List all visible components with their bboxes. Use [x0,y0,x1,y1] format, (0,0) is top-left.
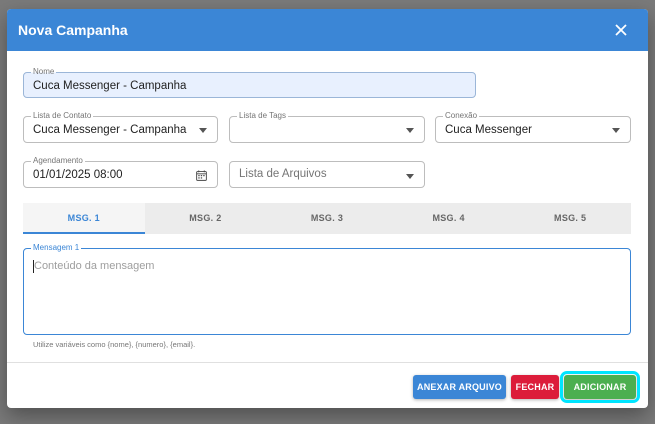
agendamento-value: 01/01/2025 08:00 [33,169,123,181]
nome-label: Nome [31,67,57,77]
agendamento-label: Agendamento [31,156,85,166]
dialog-header: Nova Campanha [7,9,648,51]
footer-divider [7,362,648,363]
tab-msg-1[interactable]: MSG. 1 [23,203,145,234]
message-textarea[interactable]: Mensagem 1 Conteúdo da mensagem [23,243,631,335]
lista-tags-select[interactable]: Lista de Tags [229,111,425,143]
tab-msg-3[interactable]: MSG. 3 [266,203,388,234]
chevron-down-icon [406,128,414,133]
agendamento-field[interactable]: Agendamento 01/01/2025 08:00 [23,156,218,188]
close-dialog-button[interactable]: FECHAR [511,375,559,399]
lista-arquivos-placeholder: Lista de Arquivos [239,168,327,180]
tab-msg-2[interactable]: MSG. 2 [145,203,267,234]
chevron-down-icon [406,174,414,179]
calendar-icon[interactable] [196,170,207,181]
message-tabs: MSG. 1 MSG. 2 MSG. 3 MSG. 4 MSG. 5 [23,203,631,234]
chevron-down-icon [199,128,207,133]
conexao-value: Cuca Messenger [445,124,532,136]
lista-contato-value: Cuca Messenger - Campanha [33,124,187,136]
attach-file-button[interactable]: ANEXAR ARQUIVO [413,375,506,399]
tab-msg-4[interactable]: MSG. 4 [388,203,510,234]
lista-tags-label: Lista de Tags [237,111,288,121]
dialog-title: Nova Campanha [18,22,128,38]
lista-contato-label: Lista de Contato [31,111,94,121]
conexao-select[interactable]: Conexão Cuca Messenger [435,111,631,143]
add-campaign-button[interactable]: ADICIONAR [560,371,640,403]
message-label: Mensagem 1 [31,243,82,253]
new-campaign-dialog: Nova Campanha Nome Cuca Messenger - Camp… [7,9,648,408]
nome-field[interactable]: Nome Cuca Messenger - Campanha [23,67,476,98]
message-helper-text: Utilize variáveis como {nome}, {numero},… [33,340,196,349]
lista-arquivos-select[interactable]: Lista de Arquivos [229,161,425,188]
close-button[interactable] [610,19,632,41]
close-icon [615,24,627,36]
tab-msg-5[interactable]: MSG. 5 [509,203,631,234]
nome-value: Cuca Messenger - Campanha [33,80,187,92]
chevron-down-icon [612,128,620,133]
message-placeholder: Conteúdo da mensagem [34,260,155,272]
lista-contato-select[interactable]: Lista de Contato Cuca Messenger - Campan… [23,111,218,143]
conexao-label: Conexão [443,111,480,121]
